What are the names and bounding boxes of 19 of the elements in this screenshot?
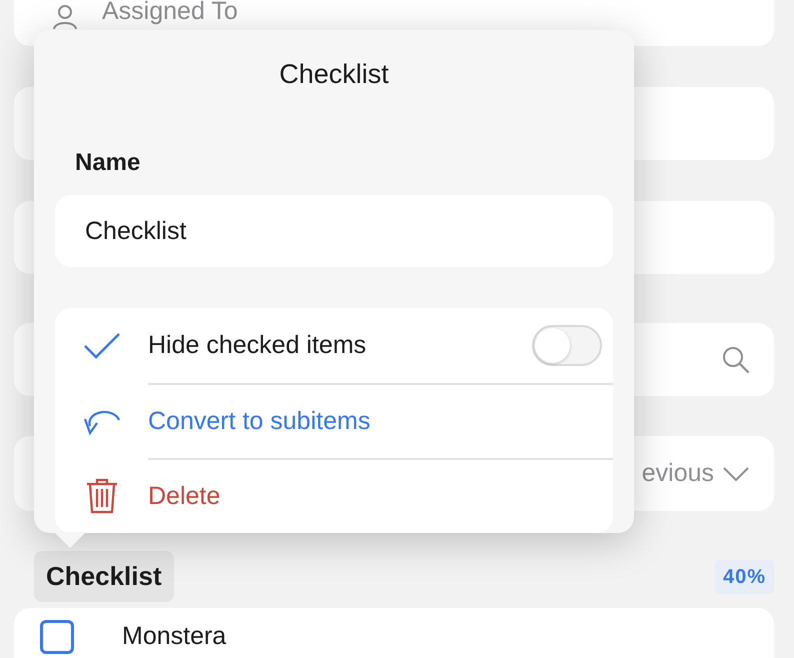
search-icon (722, 346, 750, 374)
chevron-down-icon (722, 466, 750, 482)
person-icon (52, 4, 78, 30)
field-placeholder: Assigned To (102, 0, 238, 26)
dropdown-value: evious (642, 458, 714, 489)
field-label: Name (75, 148, 142, 178)
checkmark-icon (82, 332, 120, 360)
progress-badge: 40% (714, 560, 774, 594)
checklist-tag: Checklist (34, 551, 174, 602)
name-field[interactable]: Checklist (55, 195, 613, 267)
checklist-item[interactable]: Monstera (14, 608, 774, 658)
checkbox[interactable] (40, 620, 74, 654)
action-link[interactable]: Convert to subitems (148, 402, 370, 440)
action-link[interactable]: Delete (148, 478, 220, 516)
option-label: Hide checked items (148, 330, 366, 361)
item-label: Monstera (122, 621, 226, 652)
popover-title: Checklist (278, 58, 390, 91)
trash-icon (84, 478, 118, 514)
toggle-switch[interactable] (532, 325, 602, 366)
